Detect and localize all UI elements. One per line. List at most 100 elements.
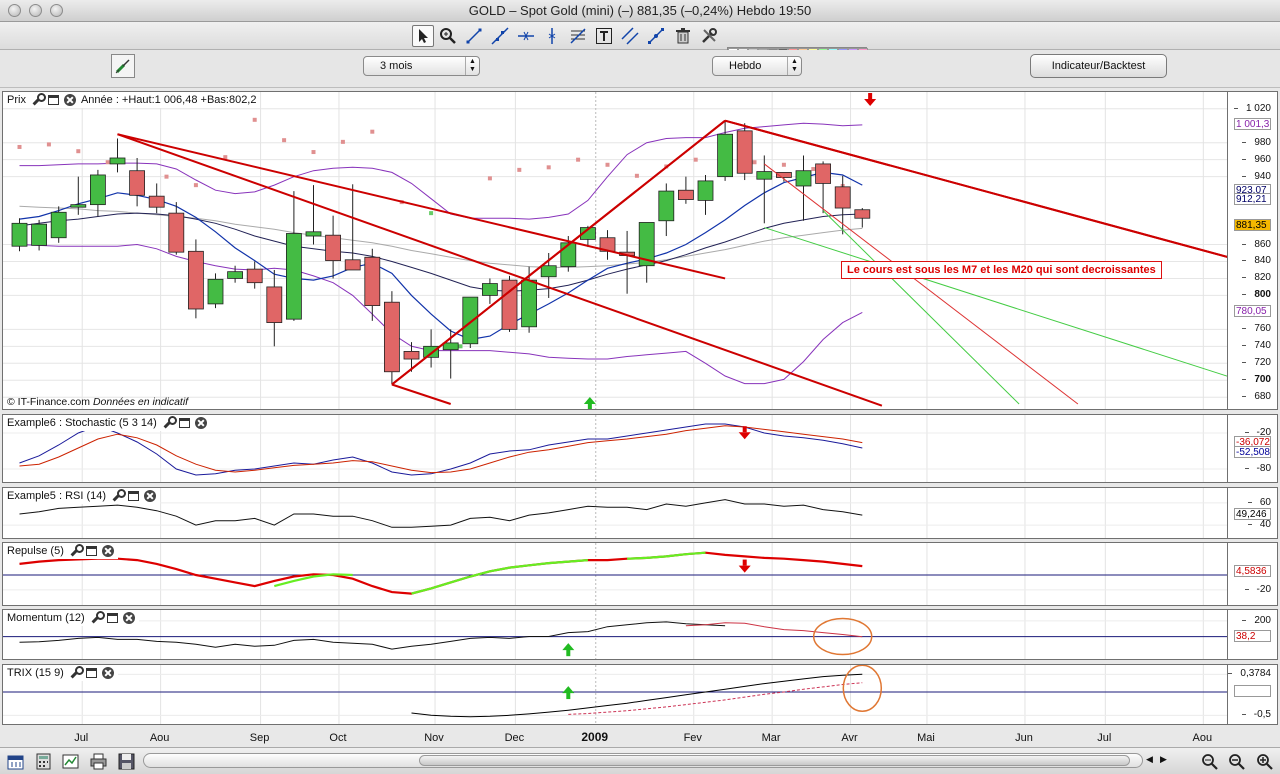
time-scrollbar[interactable] bbox=[143, 753, 1143, 768]
interval-value: Hebdo bbox=[729, 60, 762, 72]
text-tool-icon bbox=[596, 28, 612, 44]
interval-select[interactable]: Hebdo ▲ ▼ bbox=[712, 56, 802, 76]
indicator-backtest-button[interactable]: Indicateur/Backtest bbox=[1030, 54, 1167, 78]
close-icon[interactable] bbox=[101, 667, 114, 679]
close-icon[interactable] bbox=[101, 545, 114, 557]
x-tick-label: Nov bbox=[424, 732, 444, 744]
scroll-right-arrow[interactable]: ▶ bbox=[1160, 754, 1167, 765]
text-tool-button[interactable] bbox=[593, 25, 615, 47]
pointer-tool-button[interactable] bbox=[412, 25, 434, 47]
repulse-plot[interactable] bbox=[3, 543, 1278, 606]
close-icon[interactable] bbox=[122, 612, 135, 624]
period-select[interactable]: 3 mois ▲ ▼ bbox=[363, 56, 480, 76]
zoom-fit-button[interactable] bbox=[1199, 752, 1219, 770]
horizontal-line-tool-button[interactable] bbox=[515, 25, 537, 47]
trix-panel-header: TRIX (15 9) bbox=[3, 665, 118, 681]
buy-signal-arrow-head bbox=[562, 643, 575, 651]
parabolic-sar-dot bbox=[546, 165, 551, 170]
wrench-icon[interactable] bbox=[111, 489, 127, 502]
chart-export-button[interactable] bbox=[60, 752, 80, 770]
stochastic-y-axis[interactable]: -20 -80 -36,072 -52,508 bbox=[1227, 415, 1277, 482]
print-button[interactable] bbox=[88, 752, 108, 770]
trendline-tool-button[interactable] bbox=[463, 25, 485, 47]
stochastic-panel[interactable]: Example6 : Stochastic (5 3 14) -20 -80 -36… bbox=[2, 414, 1278, 483]
candle-body bbox=[305, 231, 322, 237]
price-y-axis[interactable]: 1 020 980 960 940 860 840 820 800 760 740 720 700 68… bbox=[1227, 92, 1277, 409]
candle-body bbox=[756, 171, 773, 180]
window-icon[interactable] bbox=[128, 491, 140, 501]
window-icon[interactable] bbox=[85, 546, 97, 556]
candle-body bbox=[383, 301, 400, 373]
y-tick-label: 800 bbox=[1242, 289, 1271, 301]
y-tick-label: 840 bbox=[1242, 255, 1271, 267]
zoom-out-button[interactable] bbox=[1226, 752, 1246, 770]
y-value-badge: 780,05 bbox=[1234, 305, 1271, 318]
parabolic-sar-dot bbox=[429, 211, 434, 216]
wrench-icon[interactable] bbox=[31, 93, 46, 106]
rsi-y-axis[interactable]: 60 40 49,246 bbox=[1227, 488, 1277, 538]
indicator-series-line bbox=[411, 673, 863, 718]
x-tick-label: Mar bbox=[761, 732, 781, 744]
zoom-in-button[interactable] bbox=[1254, 752, 1274, 770]
buy-signal-arrow-shaft bbox=[566, 649, 571, 657]
momentum-y-axis[interactable]: 200 38,2 bbox=[1227, 610, 1277, 659]
scroll-left-arrow[interactable]: ◀ bbox=[1146, 754, 1153, 765]
scrollbar-thumb[interactable] bbox=[419, 755, 1130, 766]
save-button[interactable] bbox=[116, 752, 136, 770]
parabolic-sar-dot bbox=[781, 162, 786, 167]
candle-body bbox=[462, 296, 479, 345]
rsi-panel-label: Example5 : RSI (14) bbox=[7, 490, 107, 502]
fill-tool-button[interactable] bbox=[111, 54, 135, 78]
trix-panel[interactable]: TRIX (15 9) 0,3784 -0,5 bbox=[2, 664, 1278, 725]
window-icon[interactable] bbox=[178, 418, 190, 428]
delete-tool-button[interactable] bbox=[672, 25, 694, 47]
window-icon[interactable] bbox=[85, 668, 97, 678]
bottom-bar: ◀ ▶ bbox=[0, 747, 1280, 774]
momentum-panel[interactable]: Momentum (12) 200 38,2 bbox=[2, 609, 1278, 660]
buy-signal-arrow-head bbox=[583, 397, 596, 404]
zoom-tool-button[interactable] bbox=[437, 25, 459, 47]
wrench-icon[interactable] bbox=[69, 666, 84, 679]
window-icon[interactable] bbox=[106, 613, 118, 623]
y-value-badge: 912,21 bbox=[1234, 193, 1271, 206]
price-chart-panel[interactable]: Prix Année : +Haut:1 006,48 +Bas:802,2 L… bbox=[2, 91, 1278, 410]
candle-body bbox=[11, 222, 28, 247]
calculator-button[interactable] bbox=[33, 752, 53, 770]
repulse-y-axis[interactable]: -20 4,5836 bbox=[1227, 543, 1277, 605]
y-tick-label: 680 bbox=[1242, 391, 1271, 403]
wrench-icon[interactable] bbox=[69, 544, 84, 557]
rsi-plot[interactable] bbox=[3, 488, 1278, 539]
indicator-series-line bbox=[19, 551, 863, 595]
wrench-icon[interactable] bbox=[90, 611, 105, 624]
trix-y-axis[interactable]: 0,3784 -0,5 bbox=[1227, 665, 1277, 724]
line-tool-button[interactable] bbox=[489, 25, 511, 47]
repulse-panel[interactable]: Repulse (5) -20 4,5836 bbox=[2, 542, 1278, 606]
parabolic-sar-dot bbox=[634, 173, 639, 178]
rsi-panel[interactable]: Example5 : RSI (14) 60 40 49,246 bbox=[2, 487, 1278, 539]
regression-tool-button[interactable] bbox=[645, 25, 667, 47]
vertical-line-tool-button[interactable] bbox=[541, 25, 563, 47]
momentum-plot[interactable] bbox=[3, 610, 1278, 660]
close-icon[interactable] bbox=[194, 417, 207, 429]
sell-signal-arrow bbox=[738, 559, 751, 573]
price-chart-plot[interactable] bbox=[3, 92, 1278, 410]
y-tick-label: 200 bbox=[1242, 614, 1271, 626]
sell-signal-arrow-head bbox=[864, 99, 877, 106]
candle-body bbox=[815, 163, 831, 184]
tool-settings-button[interactable] bbox=[698, 25, 720, 47]
stochastic-panel-label: Example6 : Stochastic (5 3 14) bbox=[7, 417, 157, 429]
indicator-series-line bbox=[411, 559, 588, 595]
chart-annotation[interactable]: Le cours est sous les M7 et les M20 qui … bbox=[841, 261, 1162, 279]
trix-plot[interactable] bbox=[3, 665, 1278, 725]
candle-body bbox=[854, 209, 871, 219]
candle-body bbox=[403, 351, 420, 360]
settings-tools-icon bbox=[702, 28, 717, 43]
parallel-channel-tool-button[interactable] bbox=[619, 25, 641, 47]
close-icon[interactable] bbox=[63, 94, 76, 106]
close-icon[interactable] bbox=[144, 490, 157, 502]
window-icon[interactable] bbox=[47, 95, 59, 105]
calendar-button[interactable] bbox=[5, 752, 25, 770]
wrench-icon[interactable] bbox=[162, 416, 177, 429]
fibonacci-tool-button[interactable] bbox=[567, 25, 589, 47]
y-tick-label: 40 bbox=[1247, 519, 1271, 531]
